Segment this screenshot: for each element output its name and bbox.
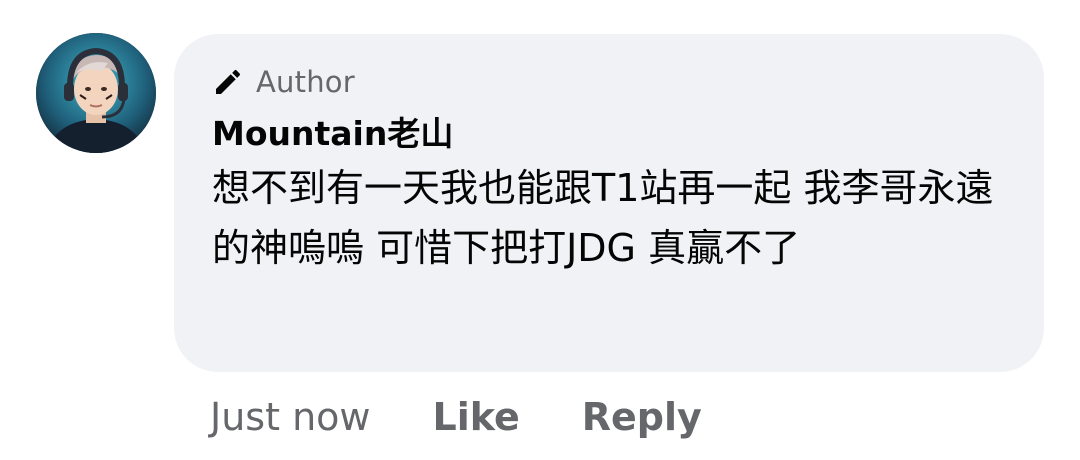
reply-button[interactable]: Reply bbox=[582, 395, 702, 439]
author-badge: Author bbox=[212, 60, 1006, 104]
pencil-icon bbox=[212, 66, 244, 98]
avatar-photo bbox=[36, 33, 156, 153]
author-badge-label: Author bbox=[256, 65, 355, 99]
comment-bubble: Author Mountain老山 想不到有一天我也能跟T1站再一起 我李哥永遠… bbox=[174, 34, 1044, 372]
comment: Author Mountain老山 想不到有一天我也能跟T1站再一起 我李哥永遠… bbox=[0, 0, 1080, 460]
timestamp[interactable]: Just now bbox=[210, 395, 370, 439]
comment-actions: Just now Like Reply bbox=[210, 395, 764, 439]
like-button[interactable]: Like bbox=[432, 395, 519, 439]
commenter-name[interactable]: Mountain老山 bbox=[212, 112, 1006, 156]
comment-text: 想不到有一天我也能跟T1站再一起 我李哥永遠的神嗚嗚 可惜下把打JDG 真贏不了 bbox=[212, 166, 994, 270]
avatar[interactable] bbox=[36, 33, 156, 153]
